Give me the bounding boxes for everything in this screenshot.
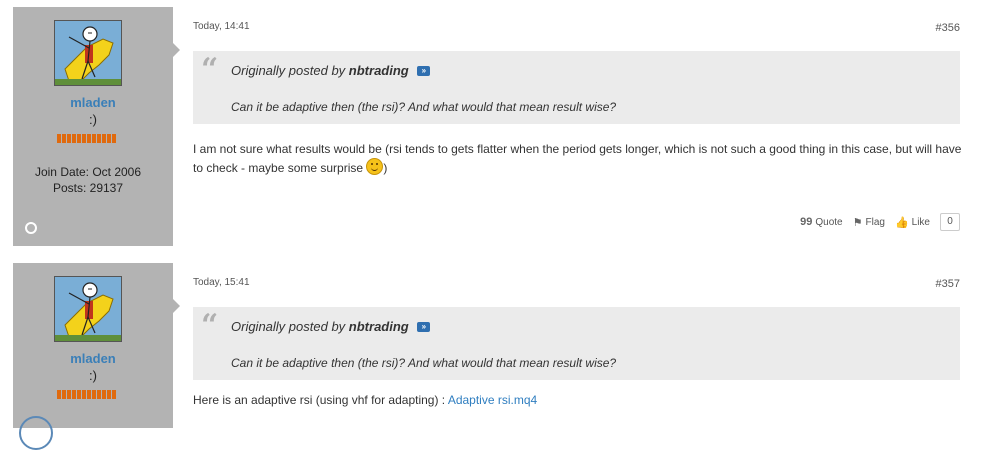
quote-block: “ Originally posted by nbtrading » Can i… (193, 307, 960, 380)
post: mladen :) Join Date: Oct 2006 Posts: 291… (0, 0, 982, 246)
quote-label: Quote (815, 216, 843, 228)
flag-icon: ⚑ (852, 216, 863, 229)
reputation-bar (57, 390, 116, 399)
post-message: I am not sure what results would be (rsi… (193, 140, 963, 177)
view-post-icon[interactable]: » (417, 321, 431, 332)
user-title: :) (89, 112, 97, 127)
post-message: Here is an adaptive rsi (using vhf for a… (193, 391, 963, 409)
avatar[interactable] (54, 20, 122, 86)
post-number[interactable]: #356 (936, 22, 960, 34)
panel-arrow (173, 299, 180, 313)
quote-author[interactable]: nbtrading (349, 319, 409, 334)
like-count: 0 (940, 213, 960, 231)
flag-button[interactable]: ⚑ Flag (853, 216, 885, 229)
thumbs-up-icon: 👍 (894, 216, 909, 229)
like-button[interactable]: 👍 Like (895, 216, 930, 229)
view-post-icon[interactable]: » (417, 65, 431, 76)
quote-mark-icon: “ (201, 308, 219, 343)
quote-text: Can it be adaptive then (the rsi)? And w… (231, 100, 617, 114)
like-label: Like (911, 216, 930, 228)
post-date: Today, 14:41 (193, 21, 250, 32)
message-tail: ) (383, 161, 388, 175)
post-number[interactable]: #357 (936, 278, 960, 290)
message-text: I am not sure what results would be (rsi… (193, 142, 962, 175)
quote-header: Originally posted by nbtrading » (231, 319, 431, 334)
post-date: Today, 15:41 (193, 277, 250, 288)
user-info-panel: mladen :) (13, 263, 180, 450)
circle-icon (19, 416, 53, 450)
quote-block: “ Originally posted by nbtrading » Can i… (193, 51, 960, 124)
username[interactable]: mladen (13, 351, 173, 366)
avatar[interactable] (54, 276, 122, 342)
post-actions: 99 Quote ⚑ Flag 👍 Like 0 (800, 213, 960, 231)
username[interactable]: mladen (13, 95, 173, 110)
user-info-panel: mladen :) Join Date: Oct 2006 Posts: 291… (13, 7, 180, 246)
reputation-bar (57, 134, 116, 143)
quote-prefix: Originally posted by (231, 319, 346, 334)
attachment-link[interactable]: Adaptive rsi.mq4 (448, 393, 537, 407)
quote-header: Originally posted by nbtrading » (231, 63, 431, 78)
online-status-icon (25, 222, 37, 234)
smile-icon (366, 158, 384, 175)
post-count: Posts: 29137 (52, 181, 124, 195)
user-title: :) (89, 368, 97, 383)
join-date: Join Date: Oct 2006 (34, 165, 142, 179)
quote-button[interactable]: 99 Quote (800, 216, 843, 228)
post: mladen :) Today, 15:41 #357 “ Originally… (0, 256, 982, 450)
quote-mark-icon: “ (201, 52, 219, 87)
quote-author[interactable]: nbtrading (349, 63, 409, 78)
quote-text: Can it be adaptive then (the rsi)? And w… (231, 356, 617, 370)
flag-label: Flag (865, 216, 885, 228)
quote-icon: 99 (800, 216, 813, 228)
message-text: Here is an adaptive rsi (using vhf for a… (193, 393, 446, 407)
quote-prefix: Originally posted by (231, 63, 346, 78)
panel-arrow (173, 43, 180, 57)
